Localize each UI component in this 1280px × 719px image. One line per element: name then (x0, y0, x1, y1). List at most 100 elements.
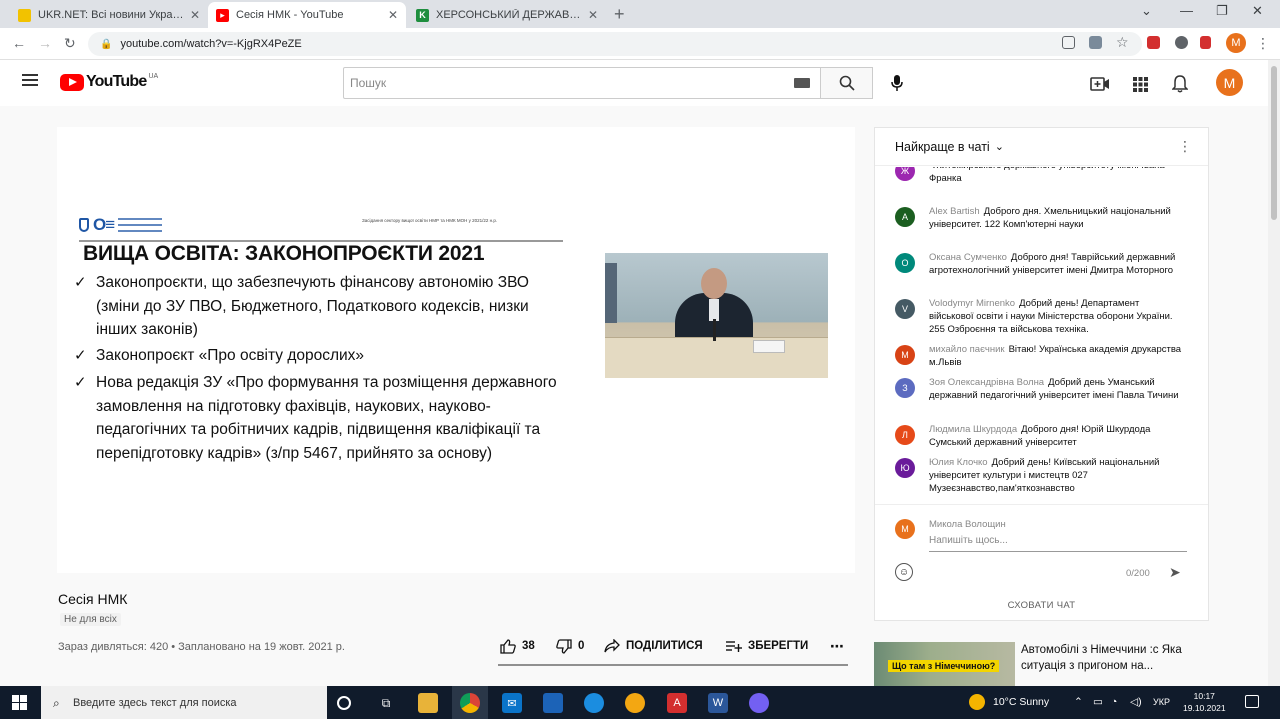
volume-icon[interactable]: ◁) (1130, 696, 1142, 708)
bookmark-star-icon[interactable]: ☆ (1116, 34, 1129, 51)
keyboard-icon[interactable] (794, 78, 810, 88)
share-label: ПОДІЛИТИСЯ (626, 640, 703, 652)
notifications-icon[interactable] (1245, 695, 1259, 708)
browser-tab-kherson[interactable]: K ХЕРСОНСЬКИЙ ДЕРЖАВНИЙ АГ ✕ (408, 2, 606, 28)
chat-message-body: михайло паєчник Вітаю! Українська академі… (929, 343, 1185, 369)
checkmark-icon: ✓ (74, 274, 87, 291)
speaker-shirt (709, 299, 719, 321)
video-title: Сесія НМК (58, 591, 128, 607)
page-scrollbar-thumb[interactable] (1271, 66, 1277, 220)
file-explorer-icon[interactable] (418, 693, 438, 713)
chat-message: Л Людмила Шкурдода Доброго дня! Юрій Шкур… (895, 423, 1185, 449)
close-tab-icon[interactable]: ✕ (388, 8, 398, 22)
close-tab-icon[interactable]: ✕ (190, 8, 200, 22)
cast-extension-icon[interactable] (1062, 36, 1075, 49)
mail-icon[interactable]: ✉ (502, 693, 522, 713)
browser-menu-kebab-icon[interactable]: ⋮ (1256, 35, 1270, 52)
taskbar-search-text: Введите здесь текст для поиска (73, 696, 237, 709)
windows-taskbar: ⌕ Введите здесь текст для поиска ⧉ ✉ A W… (0, 686, 1280, 719)
cortana-icon[interactable] (337, 696, 351, 710)
new-tab-plus-icon[interactable]: + (614, 4, 625, 25)
save-label: ЗБЕРЕГТИ (748, 640, 809, 652)
browser-tab-youtube[interactable]: ▸ Сесія НМК - YouTube ✕ (208, 2, 406, 28)
url-text: youtube.com/watch?v=-KjgRX4PeZE (120, 38, 302, 50)
puzzle-extensions-icon[interactable] (1175, 36, 1188, 49)
close-window-icon[interactable]: ✕ (1252, 3, 1263, 19)
pdf-extension-icon[interactable] (1147, 36, 1160, 49)
store-icon[interactable] (543, 693, 563, 713)
chat-menu-kebab-icon[interactable]: ⋮ (1178, 138, 1192, 155)
create-video-icon[interactable] (1090, 74, 1110, 94)
slide-header-note: Засідання сектору вищої освіти НМР та НМ… (362, 218, 498, 223)
mon-logo-mark: O≡ (93, 215, 115, 234)
chat-author: Оксана Сумченко (929, 252, 1007, 263)
taskbar-clock[interactable]: 10:17 19.10.2021 (1183, 690, 1226, 714)
translate-extension-icon[interactable] (1089, 36, 1102, 49)
chat-message-body: Юлия Клочко Добрий день! Київський націон… (929, 456, 1185, 496)
account-avatar[interactable]: M (1216, 69, 1243, 96)
minimize-icon[interactable]: — (1180, 3, 1193, 18)
like-button[interactable]: 38 (500, 638, 535, 654)
taskbar-search-box[interactable]: ⌕ Введите здесь текст для поиска (41, 686, 327, 719)
voice-search-button[interactable] (886, 72, 908, 94)
reading-list-icon[interactable] (1200, 36, 1211, 49)
weather-text[interactable]: 10°C Sunny (993, 696, 1049, 708)
share-button[interactable]: ПОДІЛИТИСЯ (604, 638, 703, 654)
youtube-play-logo-icon (60, 73, 84, 91)
hide-chat-button[interactable]: СХОВАТИ ЧАТ (875, 600, 1208, 611)
slide-bullet-text: Нова редакція ЗУ «Про формування та розм… (96, 374, 557, 463)
word-icon[interactable]: W (708, 693, 728, 713)
chat-mode-dropdown[interactable]: Найкраще в чаті (895, 140, 990, 154)
back-arrow-icon[interactable]: ← (12, 35, 26, 51)
viber-icon[interactable] (749, 693, 769, 713)
weather-sun-icon[interactable] (969, 694, 985, 710)
forward-arrow-icon[interactable]: → (38, 35, 52, 51)
hamburger-menu-icon[interactable] (22, 74, 38, 86)
search-button[interactable] (821, 67, 873, 99)
save-button[interactable]: ЗБЕРЕГТИ (726, 638, 808, 654)
browser-tab-ukrnet[interactable]: UKR.NET: Всі новини України, о ✕ (10, 2, 208, 28)
emoji-icon[interactable]: ☺ (895, 563, 913, 581)
chat-avatar: M (895, 345, 915, 365)
acrobat-icon[interactable]: A (667, 693, 687, 713)
reload-icon[interactable]: ↻ (64, 35, 76, 52)
edge-icon[interactable] (584, 693, 604, 713)
chat-messages: Ж Житомирського державного університету … (875, 167, 1208, 504)
apps-grid-icon[interactable] (1130, 74, 1150, 94)
address-bar[interactable]: 🔒 youtube.com/watch?v=-KjgRX4PeZE (88, 32, 1142, 56)
tab-search-chevron-icon[interactable]: ⌄ (1141, 3, 1152, 19)
task-view-icon[interactable]: ⧉ (376, 693, 396, 713)
battery-icon[interactable]: ▭ (1093, 696, 1103, 708)
chat-author: Alex Bartish (929, 206, 980, 217)
chrome-icon[interactable] (460, 693, 480, 713)
chevron-down-icon[interactable]: ⌄ (995, 140, 1004, 153)
site-favicon-icon: K (416, 8, 429, 22)
notifications-bell-icon[interactable] (1170, 74, 1190, 94)
tray-chevron-icon[interactable]: ⌃ (1074, 696, 1083, 708)
app-icon[interactable] (625, 693, 645, 713)
search-input[interactable]: Пошук (343, 67, 821, 99)
video-player[interactable]: O≡ Засідання сектору вищої освіти НМР та… (57, 127, 855, 573)
page-scrollbar[interactable] (1268, 60, 1280, 686)
tab-title: ХЕРСОНСЬКИЙ ДЕРЖАВНИЙ АГ (436, 9, 582, 21)
country-code: UA (148, 73, 159, 80)
maximize-icon[interactable]: ❐ (1216, 3, 1228, 19)
chat-message: O Оксана Сумченко Доброго дня! Таврійськи… (895, 251, 1185, 277)
send-message-icon[interactable]: ➤ (1169, 564, 1181, 581)
network-icon[interactable]: ◔ (1111, 696, 1117, 708)
slide-title: ВИЩА ОСВІТА: ЗАКОНОПРОЄКТИ 2021 (83, 242, 485, 265)
windows-start-icon[interactable] (12, 695, 27, 710)
chat-author: Volodymyr Mirnenko (929, 298, 1016, 309)
dislike-button[interactable]: 0 (556, 638, 584, 654)
youtube-header: YouTube UA Пошук M (0, 60, 1268, 106)
desk (605, 337, 828, 378)
more-actions-icon[interactable]: ⋯ (830, 638, 844, 655)
input-language[interactable]: УКР (1153, 697, 1170, 707)
chat-message-input[interactable]: Напишіть щось... (929, 535, 1187, 552)
recommended-video-thumbnail[interactable]: Що там з Німеччиною? (874, 642, 1015, 686)
close-tab-icon[interactable]: ✕ (588, 8, 598, 22)
recommended-video-title[interactable]: Автомобілі з Німеччини :с Яка ситуація з… (1021, 642, 1191, 674)
browser-profile-avatar[interactable]: M (1226, 33, 1246, 53)
youtube-logo[interactable]: YouTube UA (60, 73, 158, 91)
chat-user-name: Микола Волощин (929, 519, 1006, 530)
